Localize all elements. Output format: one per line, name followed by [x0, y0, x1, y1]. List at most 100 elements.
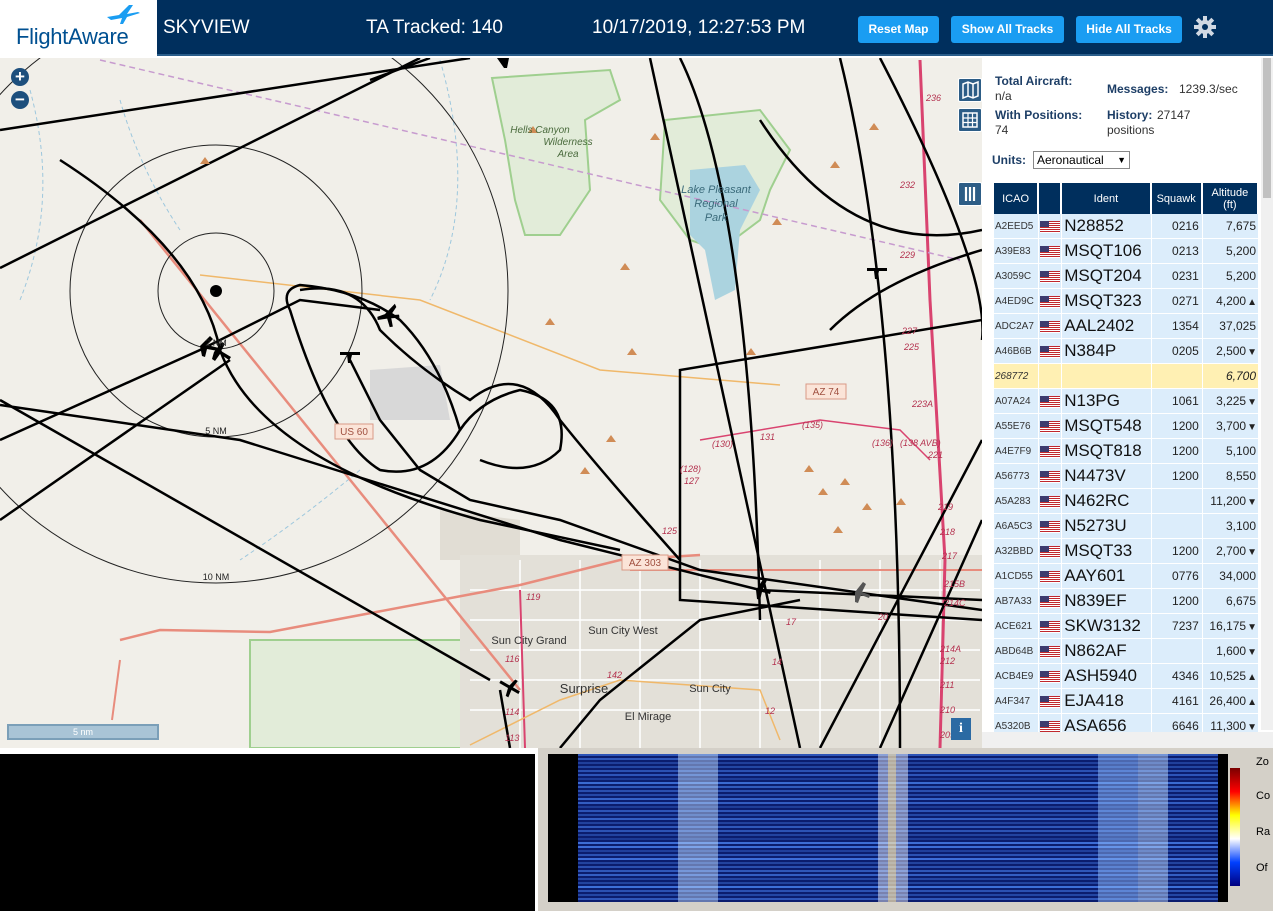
- grid-toggle-button[interactable]: [958, 108, 982, 132]
- map-layer-button[interactable]: [958, 78, 982, 102]
- aircraft-row[interactable]: A4F347 EJA418 4161 26,400▲: [994, 689, 1258, 714]
- aircraft-row[interactable]: A2EED5 N28852 0216 7,675: [994, 214, 1258, 239]
- altitude-cell: 1,600▼: [1202, 639, 1258, 664]
- aircraft-row[interactable]: A07A24 N13PG 1061 3,225▼: [994, 389, 1258, 414]
- label-sun-city-west: Sun City West: [588, 625, 658, 637]
- reset-map-button[interactable]: Reset Map: [858, 16, 939, 43]
- panel-vertical-scrollbar[interactable]: [1261, 58, 1273, 730]
- altitude-cell: 4,200▲: [1202, 289, 1258, 314]
- scrollbar-thumb[interactable]: [1263, 58, 1271, 198]
- aircraft-row[interactable]: A55E76 MSQT548 1200 3,700▼: [994, 414, 1258, 439]
- altitude-value: 4,200: [1216, 294, 1247, 308]
- aircraft-row[interactable]: ADC2A7 AAL2402 1354 37,025: [994, 314, 1258, 339]
- map-canvas[interactable]: Hells Canyon Wilderness Area Lake Pleasa…: [0, 58, 982, 748]
- squawk-cell: 1200: [1151, 589, 1202, 614]
- altitude-cell: 6,675: [1202, 589, 1258, 614]
- aircraft-row[interactable]: A6A5C3 N5273U 3,100: [994, 514, 1258, 539]
- units-label: Units:: [992, 153, 1026, 167]
- units-select[interactable]: Aeronautical ▼: [1033, 151, 1130, 169]
- icao-cell: ABD64B: [994, 639, 1039, 664]
- flag-cell: [1039, 539, 1062, 564]
- panel-horizontal-scrollbar[interactable]: [982, 732, 1273, 748]
- col-altitude-unit: (ft): [1223, 198, 1237, 211]
- flag-cell: [1039, 689, 1062, 714]
- ident-cell: N4473V: [1062, 464, 1151, 489]
- flag-cell: [1039, 239, 1062, 264]
- columns-toggle-button[interactable]: [958, 182, 982, 206]
- altitude-value: 37,025: [1219, 319, 1256, 333]
- history-unit: positions: [1107, 123, 1155, 137]
- hide-all-tracks-button[interactable]: Hide All Tracks: [1076, 16, 1182, 43]
- gear-icon[interactable]: [1193, 15, 1217, 39]
- aircraft-row[interactable]: A56773 N4473V 1200 8,550: [994, 464, 1258, 489]
- label-route-20: 20: [877, 612, 888, 622]
- altitude-cell: 2,500▼: [1202, 339, 1258, 364]
- app-name: SKYVIEW: [163, 17, 250, 38]
- aircraft-row[interactable]: A3059C MSQT204 0231 5,200: [994, 264, 1258, 289]
- col-altitude-label: Altitude: [1211, 186, 1249, 199]
- icao-cell: ACE621: [994, 614, 1039, 639]
- ring-label-2nm: 2 NM: [205, 338, 227, 348]
- col-icao[interactable]: ICAO: [994, 183, 1039, 214]
- us-flag-icon: [1040, 569, 1061, 583]
- label-mile-211: 211: [939, 680, 954, 690]
- aircraft-panel: Total Aircraft: n/a With Positions: 74 M…: [982, 58, 1273, 748]
- altitude-cell: 3,225▼: [1202, 389, 1258, 414]
- zoom-in-button[interactable]: +: [11, 68, 29, 86]
- aircraft-row[interactable]: A5A283 N462RC 11,200▼: [994, 489, 1258, 514]
- messages-value: 1239.3/sec: [1179, 82, 1238, 96]
- aircraft-row[interactable]: AB7A33 N839EF 1200 6,675: [994, 589, 1258, 614]
- show-all-tracks-button[interactable]: Show All Tracks: [951, 16, 1064, 43]
- zoom-out-button[interactable]: −: [11, 91, 29, 109]
- col-flag[interactable]: [1039, 183, 1062, 214]
- squawk-cell: 1061: [1151, 389, 1202, 414]
- total-aircraft-value: n/a: [995, 89, 1012, 103]
- flightaware-logo[interactable]: FlightAware: [0, 0, 157, 56]
- map-view[interactable]: Hells Canyon Wilderness Area Lake Pleasa…: [0, 58, 982, 748]
- aircraft-row[interactable]: A4E7F9 MSQT818 1200 5,100: [994, 439, 1258, 464]
- aircraft-row[interactable]: 268772 6,700: [994, 364, 1258, 389]
- col-altitude[interactable]: Altitude (ft): [1202, 183, 1258, 214]
- altitude-cell: 6,700: [1202, 364, 1258, 389]
- altitude-trend: ▼: [1247, 347, 1257, 358]
- label-mile-212: 212: [939, 656, 955, 666]
- squawk-cell: 0216: [1151, 214, 1202, 239]
- top-header: FlightAware SKYVIEW TA Tracked: 140 10/1…: [0, 0, 1273, 56]
- scale-bar: 5 nm: [7, 724, 159, 740]
- aircraft-row[interactable]: ACE621 SKW3132 7237 16,175▼: [994, 614, 1258, 639]
- aircraft-row[interactable]: ABD64B N862AF 1,600▼: [994, 639, 1258, 664]
- squawk-cell: 1200: [1151, 539, 1202, 564]
- altitude-value: 8,550: [1225, 469, 1256, 483]
- ident-cell: MSQT818: [1062, 439, 1151, 464]
- icao-cell: A4E7F9: [994, 439, 1039, 464]
- altitude-cell: 10,525▲: [1202, 664, 1258, 689]
- aircraft-row[interactable]: A39E83 MSQT106 0213 5,200: [994, 239, 1258, 264]
- flag-cell: [1039, 214, 1062, 239]
- label-route-14: 14: [772, 657, 782, 667]
- flag-cell: [1039, 364, 1062, 389]
- col-ident[interactable]: Ident: [1062, 183, 1151, 214]
- ident-cell: MSQT323: [1062, 289, 1151, 314]
- color-scale-bar: [1230, 768, 1240, 886]
- aircraft-row[interactable]: A46B6B N384P 0205 2,500▼: [994, 339, 1258, 364]
- label-sun-city: Sun City: [689, 683, 731, 695]
- flag-cell: [1039, 389, 1062, 414]
- ident-cell: EJA418: [1062, 689, 1151, 714]
- spectrogram-canvas[interactable]: [578, 754, 1218, 902]
- info-button[interactable]: i: [951, 718, 971, 740]
- label-lake-pleasant-3: Park: [705, 212, 728, 224]
- altitude-value: 26,400: [1209, 694, 1247, 708]
- aircraft-row[interactable]: ACB4E9 ASH5940 4346 10,525▲: [994, 664, 1258, 689]
- altitude-cell: 16,175▼: [1202, 614, 1258, 639]
- columns-icon: [964, 187, 976, 201]
- aircraft-row[interactable]: A1CD55 AAY601 0776 34,000: [994, 564, 1258, 589]
- us-flag-icon: [1040, 544, 1061, 558]
- icao-cell: A46B6B: [994, 339, 1039, 364]
- col-squawk[interactable]: Squawk: [1151, 183, 1202, 214]
- history-value: 27147: [1157, 108, 1191, 122]
- ident-cell: AAY601: [1062, 564, 1151, 589]
- tracked-count: TA Tracked: 140: [366, 17, 503, 38]
- aircraft-row[interactable]: A4ED9C MSQT323 0271 4,200▲: [994, 289, 1258, 314]
- aircraft-row[interactable]: A32BBD MSQT33 1200 2,700▼: [994, 539, 1258, 564]
- icao-cell: A3059C: [994, 264, 1039, 289]
